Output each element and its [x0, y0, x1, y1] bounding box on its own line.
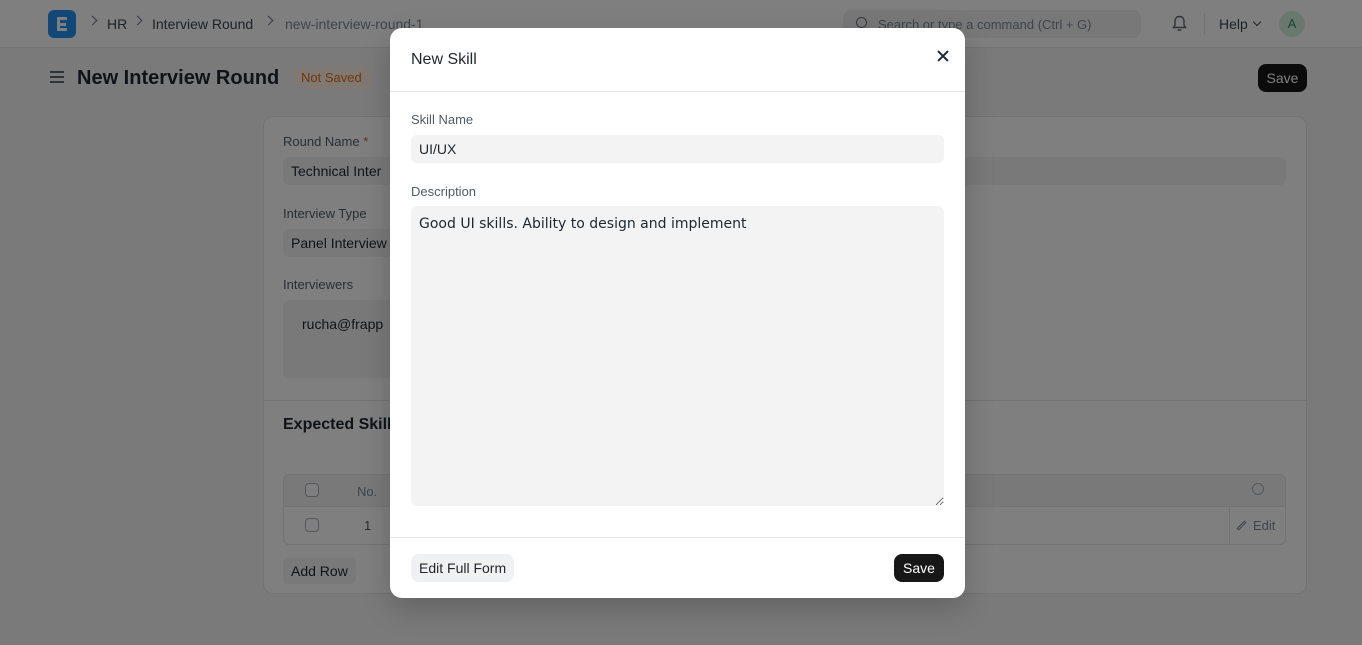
dialog-footer: Edit Full Form Save	[390, 537, 965, 598]
dialog-header: New Skill	[390, 28, 965, 92]
close-icon[interactable]	[934, 47, 952, 65]
description-textarea[interactable]: Good UI skills. Ability to design and im…	[411, 206, 944, 506]
dialog-title: New Skill	[411, 51, 477, 68]
description-label: Description	[411, 184, 477, 199]
save-button[interactable]: Save	[894, 554, 944, 582]
skill-name-label: Skill Name	[411, 112, 474, 127]
edit-full-form-button[interactable]: Edit Full Form	[411, 554, 515, 582]
new-skill-dialog: New Skill Skill Name Description Good UI…	[390, 28, 965, 598]
skill-name-input[interactable]	[411, 135, 944, 163]
